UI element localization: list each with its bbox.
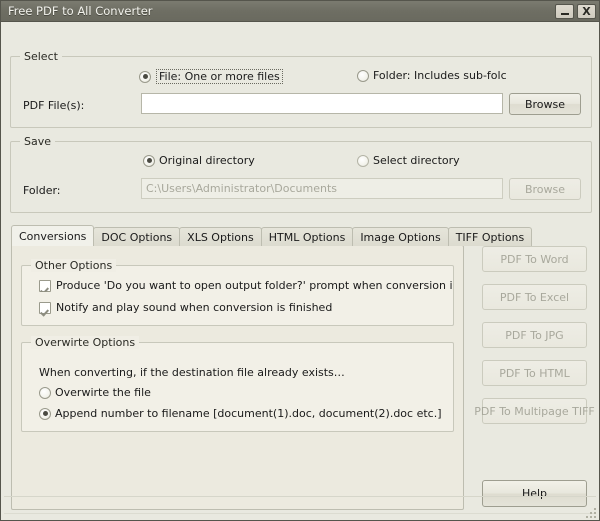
tab-conversions[interactable]: Conversions xyxy=(11,225,94,246)
checkbox-produce-prompt-label: Produce 'Do you want to open output fold… xyxy=(56,279,453,292)
pdf-files-input[interactable] xyxy=(141,93,503,114)
radio-file-label: File: One or more files xyxy=(156,69,283,84)
radio-select-label: Select directory xyxy=(373,154,460,167)
folder-label: Folder: xyxy=(23,184,61,197)
browse-folder-button[interactable]: Browse xyxy=(509,178,581,200)
checkbox-notify-sound[interactable]: Notify and play sound when conversion is… xyxy=(39,301,332,314)
close-button[interactable]: X xyxy=(577,4,596,19)
checkbox-notify-sound-indicator xyxy=(39,302,51,314)
tab-doc-options[interactable]: DOC Options xyxy=(93,227,180,246)
checkbox-notify-sound-label: Notify and play sound when conversion is… xyxy=(56,301,332,314)
client-area: Select File: One or more files Folder: I… xyxy=(1,22,599,520)
checkbox-produce-prompt-indicator xyxy=(39,280,51,292)
radio-append-number-label: Append number to filename [document(1).d… xyxy=(55,407,442,420)
minimize-icon xyxy=(561,13,569,15)
radio-folder-label: Folder: Includes sub-folc xyxy=(373,69,507,82)
pdf-to-word-button[interactable]: PDF To Word xyxy=(482,246,587,272)
title-bar[interactable]: Free PDF to All Converter X xyxy=(1,1,599,22)
pdf-to-jpg-button[interactable]: PDF To JPG xyxy=(482,322,587,348)
radio-original-directory[interactable]: Original directory xyxy=(143,154,255,167)
radio-file-indicator xyxy=(139,71,151,83)
window-title: Free PDF to All Converter xyxy=(8,4,555,18)
checkbox-produce-prompt[interactable]: Produce 'Do you want to open output fold… xyxy=(39,279,453,292)
pdf-files-label: PDF File(s): xyxy=(23,99,84,112)
app-window: Free PDF to All Converter X Select File:… xyxy=(0,0,600,521)
save-group-title: Save xyxy=(20,135,55,148)
radio-append-number-indicator xyxy=(39,408,51,420)
radio-folder-includes-sub[interactable]: Folder: Includes sub-folc xyxy=(357,69,507,82)
radio-overwrite-file[interactable]: Overwirte the file xyxy=(39,386,151,399)
folder-input[interactable]: C:\Users\Administrator\Documents xyxy=(141,178,503,199)
radio-original-indicator xyxy=(143,155,155,167)
select-group-title: Select xyxy=(20,50,62,63)
radio-select-directory[interactable]: Select directory xyxy=(357,154,460,167)
resize-grip-icon[interactable] xyxy=(583,505,596,518)
pdf-to-multipage-tiff-button[interactable]: PDF To Multipage TIFF xyxy=(482,398,587,424)
radio-select-indicator xyxy=(357,155,369,167)
radio-overwrite-file-label: Overwirte the file xyxy=(55,386,151,399)
radio-overwrite-file-indicator xyxy=(39,387,51,399)
tab-image-options[interactable]: Image Options xyxy=(352,227,448,246)
tab-html-options[interactable]: HTML Options xyxy=(261,227,354,246)
radio-file-one-or-more[interactable]: File: One or more files xyxy=(139,69,283,84)
radio-original-label: Original directory xyxy=(159,154,255,167)
status-bar xyxy=(4,496,596,518)
tab-tiff-options[interactable]: TIFF Options xyxy=(448,227,533,246)
overwrite-description: When converting, if the destination file… xyxy=(39,366,345,379)
window-controls: X xyxy=(555,4,596,19)
overwrite-options-title: Overwirte Options xyxy=(31,336,139,349)
radio-folder-indicator xyxy=(357,70,369,82)
other-options-title: Other Options xyxy=(31,259,116,272)
tab-xls-options[interactable]: XLS Options xyxy=(179,227,262,246)
tab-strip: Conversions DOC Options XLS Options HTML… xyxy=(11,225,531,246)
pdf-to-excel-button[interactable]: PDF To Excel xyxy=(482,284,587,310)
save-groupbox: Save xyxy=(10,141,592,213)
radio-append-number[interactable]: Append number to filename [document(1).d… xyxy=(39,407,442,420)
browse-files-button[interactable]: Browse xyxy=(509,93,581,115)
pdf-to-html-button[interactable]: PDF To HTML xyxy=(482,360,587,386)
minimize-button[interactable] xyxy=(555,4,574,19)
select-groupbox: Select xyxy=(10,56,592,128)
other-options-groupbox: Other Options xyxy=(21,265,454,326)
